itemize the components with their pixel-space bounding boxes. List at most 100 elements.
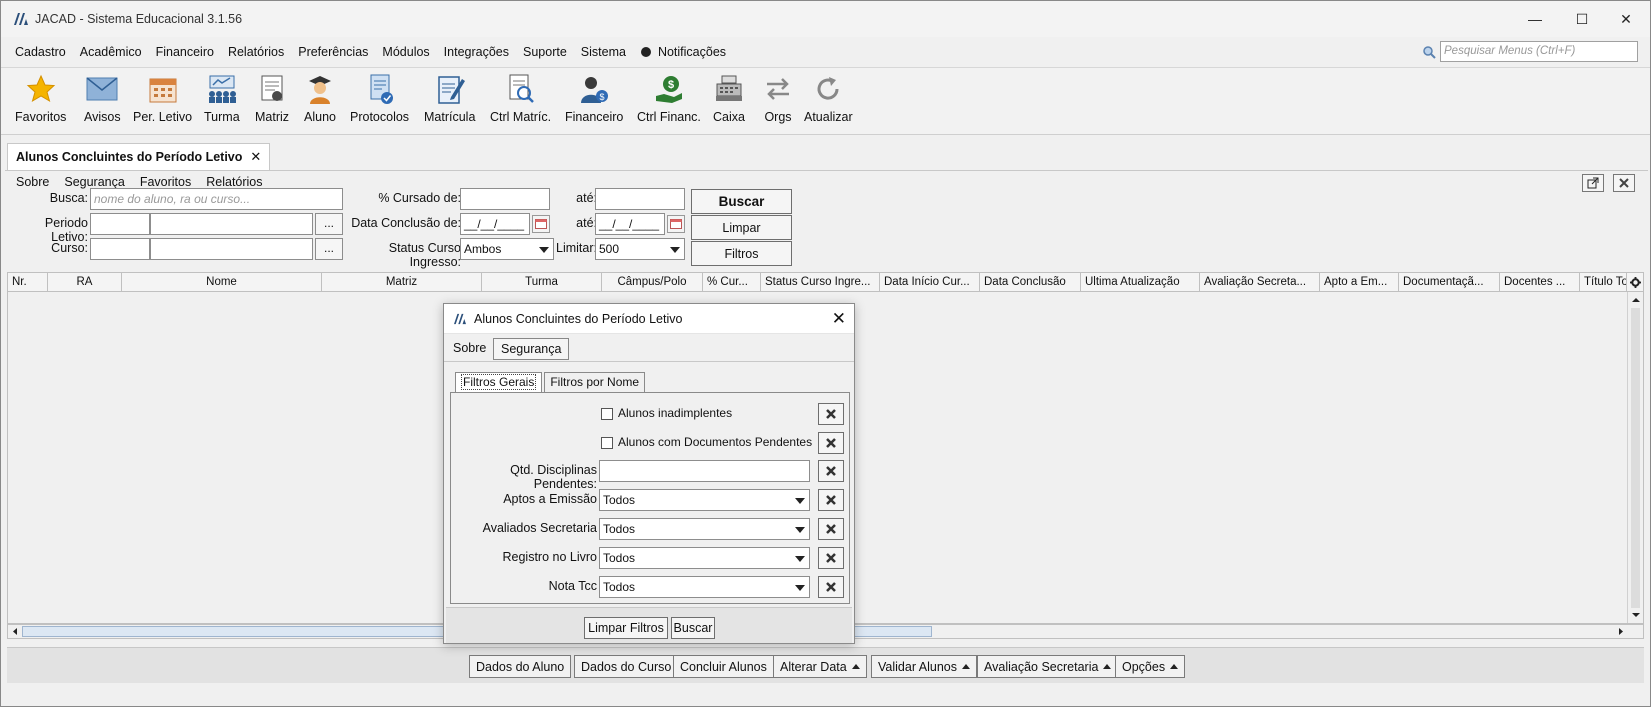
curso-code-input[interactable] (90, 238, 150, 260)
toolbar-avisos[interactable]: Avisos (84, 72, 121, 124)
toolbar-protocolos[interactable]: Protocolos (350, 72, 409, 124)
toolbar-ctrl-financ[interactable]: $ Ctrl Financ. (637, 72, 701, 124)
status-curso-select[interactable]: Ambos (460, 238, 554, 260)
column-header[interactable]: Turma (482, 273, 602, 292)
buscar-button[interactable]: Buscar (691, 189, 792, 214)
dialog-close-button[interactable]: ✕ (832, 309, 846, 329)
grid-vertical-scrollbar[interactable] (1627, 292, 1643, 623)
documentos-pendentes-checkbox[interactable] (601, 437, 613, 449)
tab-filtros-por-nome[interactable]: Filtros por Nome (544, 372, 646, 392)
clear-registro-button[interactable] (818, 547, 844, 569)
column-header[interactable]: Avaliação Secreta... (1200, 273, 1320, 292)
submenu-favoritos[interactable]: Favoritos (140, 175, 191, 189)
toolbar-aluno[interactable]: Aluno (303, 72, 337, 124)
clear-qtd-button[interactable] (818, 460, 844, 482)
column-header[interactable]: Status Curso Ingre... (761, 273, 880, 292)
dialog-buscar-button[interactable]: Buscar (671, 617, 715, 639)
scroll-left-icon[interactable] (9, 625, 21, 638)
clear-aptos-button[interactable] (818, 489, 844, 511)
tab-filtros-gerais[interactable]: Filtros Gerais (455, 372, 543, 392)
limitar-select[interactable]: 500 (595, 238, 685, 260)
column-header[interactable]: Data Conclusão (980, 273, 1081, 292)
limpar-button[interactable]: Limpar (691, 215, 792, 240)
close-window-button[interactable]: ✕ (1603, 1, 1649, 37)
clear-avaliados-button[interactable] (818, 518, 844, 540)
curso-name-input[interactable] (150, 238, 313, 260)
menu-preferencias[interactable]: Preferências (298, 45, 368, 59)
column-header[interactable]: RA (48, 273, 122, 292)
avaliacao-secretaria-button[interactable]: Avaliação Secretaria (977, 655, 1119, 678)
menu-integracoes[interactable]: Integrações (444, 45, 509, 59)
column-header[interactable]: Documentaçã... (1399, 273, 1500, 292)
menu-cadastro[interactable]: Cadastro (15, 45, 66, 59)
toolbar-atualizar[interactable]: Atualizar (804, 72, 853, 124)
dialog-menu-seguranca[interactable]: Segurança (493, 338, 570, 360)
toolbar-turma[interactable]: Turma (204, 72, 240, 124)
scroll-down-icon[interactable] (1629, 609, 1643, 621)
menu-notificacoes[interactable]: Notificações (640, 45, 726, 59)
toolbar-ctrl-matric[interactable]: Ctrl Matríc. (490, 72, 551, 124)
column-header[interactable]: Matriz (322, 273, 482, 292)
toolbar-caixa[interactable]: Caixa (712, 72, 746, 124)
submenu-seguranca[interactable]: Segurança (64, 175, 124, 189)
clear-inadimplentes-button[interactable] (818, 403, 844, 425)
clear-documentos-button[interactable] (818, 432, 844, 454)
aptos-emissao-select[interactable]: Todos (599, 489, 810, 511)
clear-nota-tcc-button[interactable] (818, 576, 844, 598)
menu-sistema[interactable]: Sistema (581, 45, 626, 59)
submenu-relatorios[interactable]: Relatórios (206, 175, 262, 189)
menu-academico[interactable]: Acadêmico (80, 45, 142, 59)
toolbar-matriz[interactable]: Matriz (255, 72, 289, 124)
toolbar-matricula[interactable]: Matrícula (424, 72, 475, 124)
popout-button[interactable] (1582, 174, 1604, 192)
toolbar-orgs[interactable]: Orgs (761, 72, 795, 124)
minimize-button[interactable]: — (1512, 1, 1558, 37)
column-header[interactable]: Data Início Cur... (880, 273, 980, 292)
column-header[interactable]: Apto a Em... (1320, 273, 1399, 292)
menu-search-input[interactable]: Pesquisar Menus (Ctrl+F) (1440, 41, 1638, 62)
busca-input[interactable]: nome do aluno, ra ou curso... (90, 188, 343, 210)
opcoes-button[interactable]: Opções (1115, 655, 1186, 678)
menu-suporte[interactable]: Suporte (523, 45, 567, 59)
column-header[interactable]: Docentes ... (1500, 273, 1580, 292)
dados-do-curso-button[interactable]: Dados do Curso (574, 655, 679, 678)
column-header[interactable]: Nr. (8, 273, 48, 292)
filtros-button[interactable]: Filtros (691, 241, 792, 266)
conclusao-ate-input[interactable]: __/__/____ (595, 213, 665, 235)
menu-financeiro[interactable]: Financeiro (156, 45, 214, 59)
column-header[interactable]: Título To (1580, 273, 1627, 292)
column-header[interactable]: Câmpus/Polo (602, 273, 703, 292)
column-header[interactable]: % Cur... (703, 273, 761, 292)
qtd-disciplinas-input[interactable] (599, 460, 810, 482)
tab-alunos-concluintes[interactable]: Alunos Concluintes do Período Letivo ✕ (7, 143, 271, 170)
limpar-filtros-button[interactable]: Limpar Filtros (584, 617, 668, 639)
dados-do-aluno-button[interactable]: Dados do Aluno (469, 655, 572, 678)
inadimplentes-checkbox[interactable] (601, 408, 613, 420)
avaliados-secretaria-select[interactable]: Todos (599, 518, 810, 540)
periodo-letivo-lookup-button[interactable]: ... (315, 213, 343, 235)
column-header[interactable]: Ultima Atualização (1081, 273, 1200, 292)
scroll-up-icon[interactable] (1629, 294, 1643, 306)
tab-close-icon[interactable]: ✕ (250, 149, 261, 165)
submenu-sobre[interactable]: Sobre (16, 175, 49, 189)
toolbar-financeiro[interactable]: $ Financeiro (565, 72, 623, 124)
toolbar-per-letivo[interactable]: Per. Letivo (133, 72, 192, 124)
concluir-alunos-button[interactable]: Concluir Alunos (673, 655, 774, 678)
registro-livro-select[interactable]: Todos (599, 547, 810, 569)
maximize-button[interactable]: ☐ (1559, 1, 1605, 37)
periodo-letivo-code-input[interactable] (90, 213, 150, 235)
conclusao-de-input[interactable]: __/__/____ (460, 213, 530, 235)
nota-tcc-select[interactable]: Todos (599, 576, 810, 598)
scroll-right-icon[interactable] (1615, 625, 1627, 638)
column-settings-gear-icon[interactable] (1627, 273, 1643, 292)
dialog-title-bar[interactable]: Alunos Concluintes do Período Letivo ✕ (444, 304, 854, 334)
menu-modulos[interactable]: Módulos (382, 45, 429, 59)
validar-alunos-button[interactable]: Validar Alunos (871, 655, 977, 678)
calendar-picker-icon[interactable] (667, 215, 685, 233)
cursado-ate-input[interactable] (595, 188, 685, 210)
toolbar-favoritos[interactable]: Favoritos (15, 72, 66, 124)
panel-close-button[interactable] (1613, 174, 1635, 192)
menu-relatorios[interactable]: Relatórios (228, 45, 284, 59)
cursado-de-input[interactable] (460, 188, 550, 210)
alterar-data-button[interactable]: Alterar Data (773, 655, 867, 678)
